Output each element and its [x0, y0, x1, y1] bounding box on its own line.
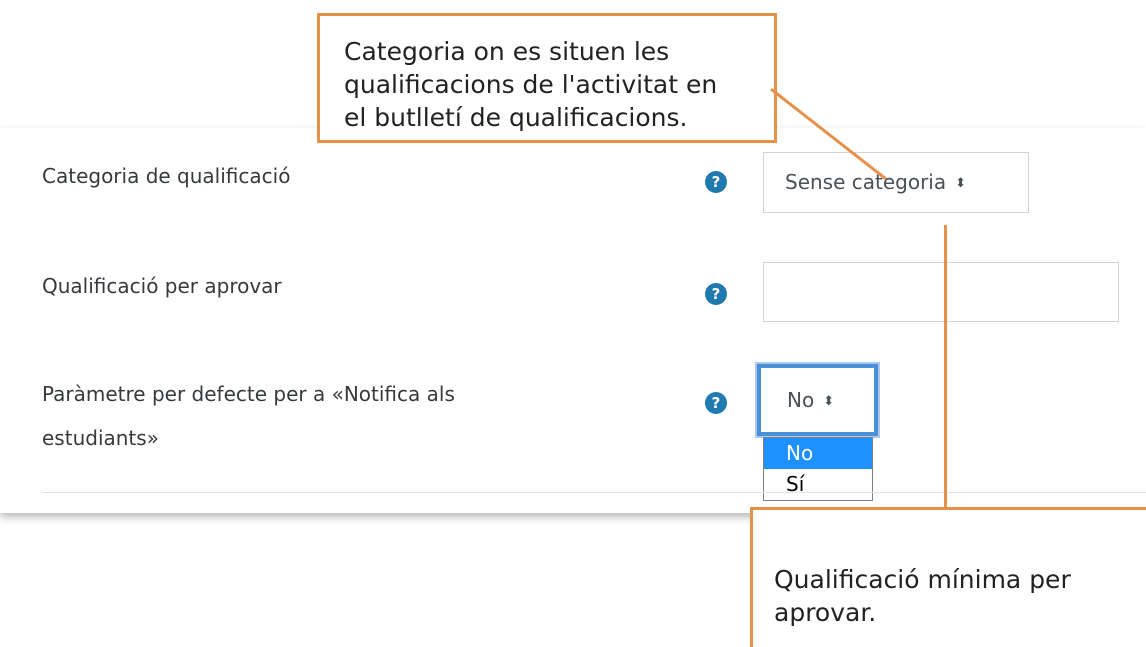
- callout-pointer-bottom: [944, 225, 947, 507]
- notify-students-label-line2: estudiants»: [42, 426, 159, 450]
- question-circle-icon[interactable]: ?: [705, 283, 727, 305]
- callout-grade-category: Categoria on es situen les qualificacion…: [317, 13, 777, 143]
- grade-to-pass-label: Qualificació per aprovar: [42, 274, 282, 298]
- callout-bottom-line-2: aprovar.: [774, 598, 877, 627]
- question-circle-icon[interactable]: ?: [705, 392, 727, 414]
- grade-to-pass-input[interactable]: [763, 262, 1119, 322]
- callout-grade-to-pass: Qualificació mínima per aprovar.: [750, 507, 1146, 647]
- dropdown-option-si[interactable]: Sí: [764, 469, 872, 500]
- notify-students-value: No: [787, 388, 815, 412]
- section-divider: [42, 492, 1146, 493]
- dropdown-option-no[interactable]: No: [764, 438, 872, 469]
- question-circle-icon[interactable]: ?: [705, 171, 727, 193]
- callout-bottom-line-1: Qualificació mínima per: [774, 565, 1071, 594]
- select-arrows-icon: ⬍: [823, 394, 835, 409]
- select-arrows-icon: ⬍: [955, 176, 967, 191]
- grade-category-select[interactable]: Sense categoria ⬍: [763, 152, 1029, 213]
- callout-line-1: Categoria on es situen les: [344, 37, 670, 66]
- notify-students-label-line1: Paràmetre per defecte per a «Notifica al…: [42, 382, 455, 406]
- grade-category-label: Categoria de qualificació: [42, 164, 291, 188]
- notify-students-select[interactable]: No ⬍: [757, 364, 878, 436]
- callout-line-3: el butlletí de qualificacions.: [344, 103, 688, 132]
- callout-line-2: qualificacions de l'activitat en: [344, 70, 718, 99]
